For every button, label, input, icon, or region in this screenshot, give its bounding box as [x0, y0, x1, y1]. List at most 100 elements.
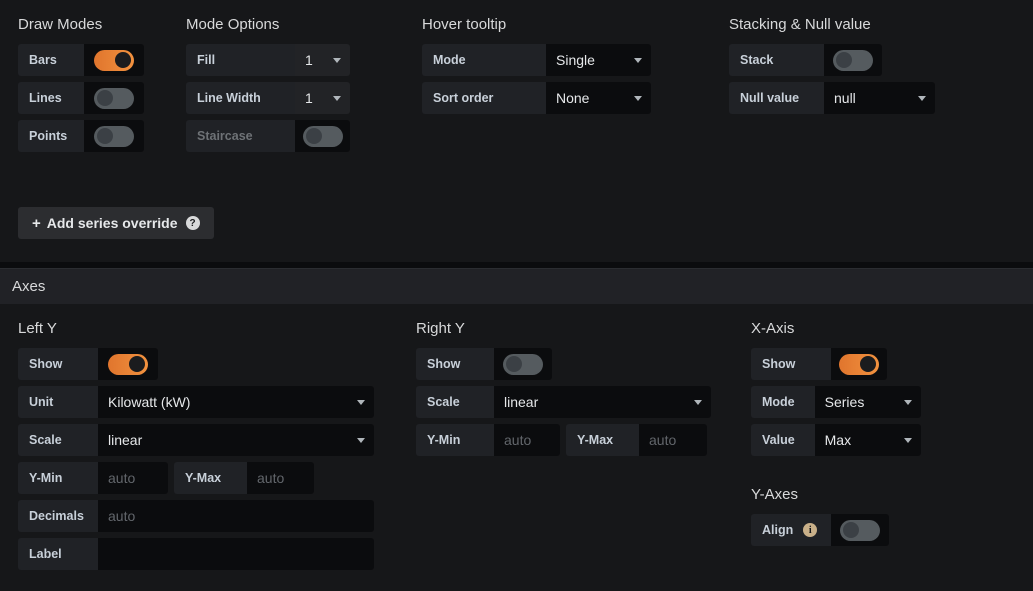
- left-y-scale-label: Scale: [18, 424, 98, 456]
- staircase-toggle[interactable]: [295, 120, 350, 152]
- left-y-label-row: Label: [18, 538, 374, 570]
- right-y-show-row: Show: [416, 348, 713, 380]
- toggle-switch-icon: [839, 353, 879, 375]
- x-axis-show-label: Show: [751, 348, 831, 380]
- mode-options-title: Mode Options: [186, 16, 280, 33]
- tooltip-mode-select[interactable]: Single: [546, 44, 651, 76]
- toggle-switch-icon: [94, 87, 134, 109]
- info-icon[interactable]: i: [803, 523, 818, 537]
- fill-label: Fill: [186, 44, 295, 76]
- x-axis-show-row: Show: [751, 348, 921, 380]
- toggle-switch-icon: [833, 49, 873, 71]
- x-axis-mode-value: Series: [824, 394, 865, 410]
- add-series-override-label: Add series override: [46, 215, 178, 231]
- bars-label: Bars: [18, 44, 84, 76]
- lines-row: Lines: [18, 82, 186, 114]
- bars-row: Bars: [18, 44, 186, 76]
- x-axis-value-value: Max: [824, 432, 852, 448]
- chevron-down-icon: [333, 58, 341, 63]
- stack-toggle[interactable]: [824, 44, 882, 76]
- x-axis-group: X-Axis Show Mode Series Value Max Y-Axes…: [751, 320, 921, 570]
- right-y-scale-value: linear: [504, 394, 539, 410]
- left-y-max-label: Y-Max: [174, 462, 247, 494]
- staircase-label: Staircase: [186, 120, 295, 152]
- hover-tooltip-title: Hover tooltip: [422, 16, 507, 33]
- points-label: Points: [18, 120, 84, 152]
- sort-order-label: Sort order: [422, 82, 546, 114]
- tooltip-mode-row: Mode Single: [422, 44, 705, 76]
- right-y-min-input[interactable]: [494, 424, 560, 456]
- right-y-scale-row: Scale linear: [416, 386, 713, 418]
- lines-label: Lines: [18, 82, 84, 114]
- line-width-label: Line Width: [186, 82, 295, 114]
- chevron-down-icon: [634, 58, 642, 63]
- axes-section-title: Axes: [12, 278, 46, 295]
- plus-icon: +: [32, 214, 41, 232]
- left-y-unit-label: Unit: [18, 386, 98, 418]
- right-y-minmax-row: Y-Min Y-Max: [416, 424, 713, 456]
- left-y-unit-row: Unit Kilowatt (kW): [18, 386, 374, 418]
- y-axes-align-row: Align i: [751, 514, 921, 546]
- axes-section-header: Axes: [0, 268, 1033, 304]
- staircase-row: Staircase: [186, 120, 391, 152]
- y-axes-align-label: Align i: [751, 514, 831, 546]
- left-y-unit-value: Kilowatt (kW): [108, 394, 191, 410]
- fill-select[interactable]: 1: [295, 44, 350, 76]
- left-y-min-input[interactable]: [98, 462, 168, 494]
- left-y-scale-select[interactable]: linear: [98, 424, 374, 456]
- x-axis-mode-select[interactable]: Series: [814, 386, 921, 418]
- lines-toggle[interactable]: [84, 82, 144, 114]
- mode-options-group: Mode Options Fill 1 Line Width 1 Stairca…: [186, 16, 391, 152]
- null-value-select[interactable]: null: [824, 82, 935, 114]
- x-axis-show-toggle[interactable]: [831, 348, 887, 380]
- right-y-min-label: Y-Min: [416, 424, 494, 456]
- chevron-down-icon: [634, 96, 642, 101]
- fill-value: 1: [305, 52, 313, 68]
- x-axis-value-select[interactable]: Max: [814, 424, 921, 456]
- stacking-title: Stacking & Null value: [729, 16, 871, 33]
- stacking-null-group: Stacking & Null value Stack Null value n…: [729, 16, 959, 152]
- chevron-down-icon: [357, 400, 365, 405]
- left-y-show-label: Show: [18, 348, 98, 380]
- left-y-decimals-row: Decimals: [18, 500, 374, 532]
- toggle-switch-icon: [503, 353, 543, 375]
- right-y-title: Right Y: [416, 320, 465, 337]
- left-y-decimals-label: Decimals: [18, 500, 98, 532]
- line-width-value: 1: [305, 90, 313, 106]
- points-toggle[interactable]: [84, 120, 144, 152]
- chevron-down-icon: [918, 96, 926, 101]
- chevron-down-icon: [694, 400, 702, 405]
- sort-order-select[interactable]: None: [546, 82, 651, 114]
- left-y-decimals-input[interactable]: [98, 500, 374, 532]
- left-y-unit-select[interactable]: Kilowatt (kW): [98, 386, 374, 418]
- right-y-show-toggle[interactable]: [494, 348, 552, 380]
- left-y-show-toggle[interactable]: [98, 348, 158, 380]
- left-y-minmax-row: Y-Min Y-Max: [18, 462, 374, 494]
- add-series-override-button[interactable]: + Add series override ?: [18, 207, 214, 239]
- bars-toggle[interactable]: [84, 44, 144, 76]
- right-y-show-label: Show: [416, 348, 494, 380]
- line-width-row: Line Width 1: [186, 82, 391, 114]
- toggle-switch-icon: [94, 49, 134, 71]
- left-y-scale-value: linear: [108, 432, 143, 448]
- sort-order-value: None: [556, 90, 590, 106]
- right-y-max-input[interactable]: [639, 424, 707, 456]
- y-axes-align-text: Align: [762, 523, 794, 537]
- y-axes-align-toggle[interactable]: [831, 514, 889, 546]
- left-y-label-input[interactable]: [98, 538, 374, 570]
- chevron-down-icon: [904, 438, 912, 443]
- left-y-max-input[interactable]: [247, 462, 314, 494]
- null-value-value: null: [834, 90, 856, 106]
- chevron-down-icon: [357, 438, 365, 443]
- tooltip-mode-value: Single: [556, 52, 595, 68]
- right-y-scale-select[interactable]: linear: [494, 386, 711, 418]
- line-width-select[interactable]: 1: [295, 82, 350, 114]
- y-axes-title: Y-Axes: [751, 486, 798, 503]
- x-axis-mode-label: Mode: [751, 386, 815, 418]
- fill-row: Fill 1: [186, 44, 391, 76]
- left-y-min-label: Y-Min: [18, 462, 98, 494]
- points-row: Points: [18, 120, 186, 152]
- right-y-scale-label: Scale: [416, 386, 494, 418]
- help-icon[interactable]: ?: [185, 216, 200, 230]
- draw-modes-title: Draw Modes: [18, 16, 103, 33]
